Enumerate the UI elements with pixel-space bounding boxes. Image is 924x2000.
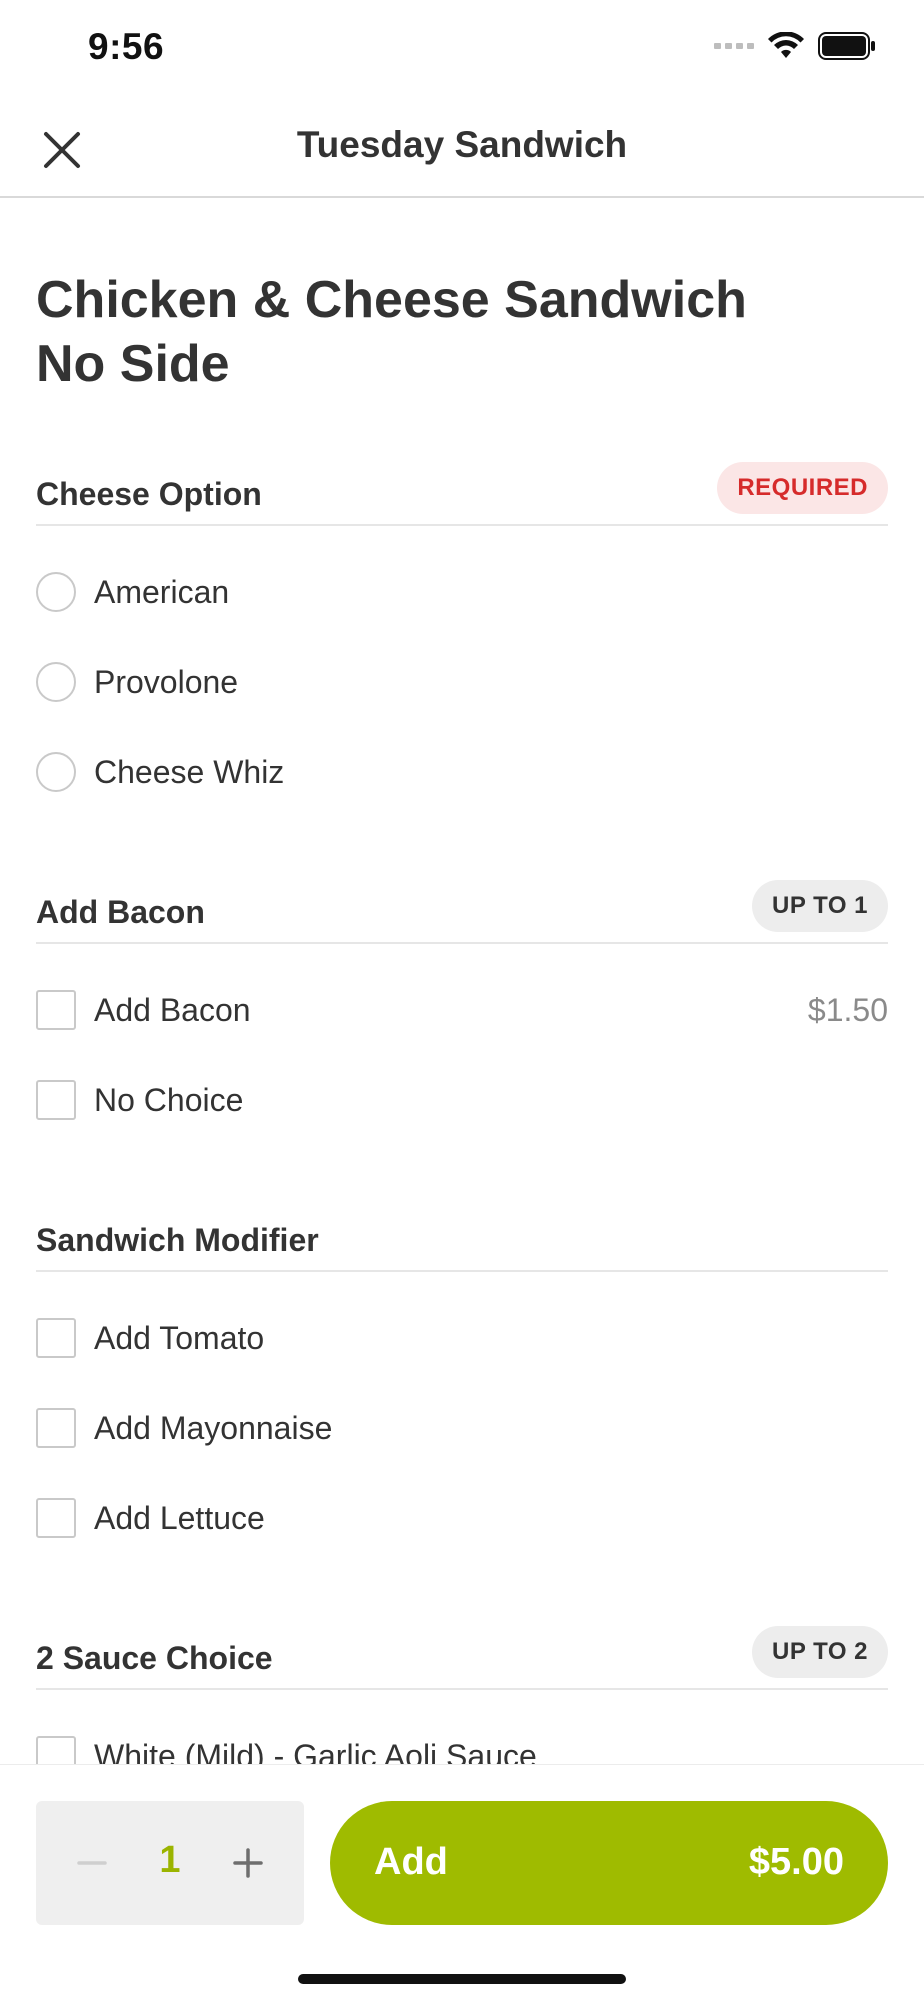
section-header-add-bacon: Add Bacon UP TO 1 xyxy=(36,874,888,944)
item-title-line-2: No Side xyxy=(36,335,230,393)
section-title: 2 Sauce Choice xyxy=(36,1640,273,1676)
item-title-line-1: Chicken & Cheese Sandwich xyxy=(36,271,747,329)
section-title: Cheese Option xyxy=(36,476,262,512)
radio-button[interactable] xyxy=(36,572,76,612)
add-button-price: $5.00 xyxy=(748,1841,844,1883)
required-badge: REQUIRED xyxy=(717,462,888,514)
increment-button[interactable] xyxy=(214,1829,282,1897)
limit-badge: UP TO 1 xyxy=(752,880,888,932)
option-no-choice[interactable]: No Choice xyxy=(36,1070,888,1130)
section-header-cheese-option: Cheese Option REQUIRED xyxy=(36,456,888,526)
checkbox[interactable] xyxy=(36,1080,76,1120)
limit-badge: UP TO 2 xyxy=(752,1626,888,1678)
option-label: Add Bacon xyxy=(94,992,251,1028)
item-title: Chicken & Cheese Sandwich No Side xyxy=(36,268,856,396)
option-label: Provolone xyxy=(94,664,239,700)
minus-icon xyxy=(77,1861,107,1865)
section-title: Sandwich Modifier xyxy=(36,1222,319,1258)
plus-icon xyxy=(233,1848,263,1878)
option-add-lettuce[interactable]: Add Lettuce xyxy=(36,1488,888,1548)
option-label: Cheese Whiz xyxy=(94,754,285,790)
nav-title: Tuesday Sandwich xyxy=(296,124,628,165)
checkbox[interactable] xyxy=(36,990,76,1030)
option-add-tomato[interactable]: Add Tomato xyxy=(36,1308,888,1368)
status-icons xyxy=(714,32,876,60)
nav-bar: Tuesday Sandwich xyxy=(0,100,924,198)
radio-button[interactable] xyxy=(36,662,76,702)
option-label: Add Tomato xyxy=(94,1320,265,1356)
option-label: American xyxy=(94,574,230,610)
option-label: No Choice xyxy=(94,1082,244,1118)
add-button-label: Add xyxy=(374,1841,448,1883)
checkbox[interactable] xyxy=(36,1318,76,1358)
decrement-button[interactable] xyxy=(58,1829,126,1897)
option-add-mayonnaise[interactable]: Add Mayonnaise xyxy=(36,1398,888,1458)
option-provolone[interactable]: Provolone xyxy=(36,652,888,712)
option-add-bacon[interactable]: Add Bacon $1.50 xyxy=(36,980,888,1040)
option-label: Add Lettuce xyxy=(94,1500,265,1536)
radio-button[interactable] xyxy=(36,752,76,792)
option-cheese-whiz[interactable]: Cheese Whiz xyxy=(36,742,888,802)
checkbox[interactable] xyxy=(36,1498,76,1538)
cellular-signal-icon xyxy=(714,43,754,49)
section-header-sauce-choice: 2 Sauce Choice UP TO 2 xyxy=(36,1620,888,1690)
wifi-icon xyxy=(768,32,804,58)
option-label: Add Mayonnaise xyxy=(94,1410,333,1446)
home-indicator xyxy=(298,1974,626,1984)
status-bar: 9:56 xyxy=(0,0,924,100)
quantity-value: 1 xyxy=(159,1839,181,1881)
section-header-sandwich-modifier: Sandwich Modifier xyxy=(36,1202,888,1272)
option-price: $1.50 xyxy=(807,992,888,1028)
bottom-bar: 1 Add $5.00 xyxy=(0,1764,924,2000)
status-time: 9:56 xyxy=(88,26,165,67)
battery-icon xyxy=(818,32,875,60)
add-to-order-button[interactable]: Add $5.00 xyxy=(330,1801,888,1925)
section-title: Add Bacon xyxy=(36,894,205,930)
quantity-stepper: 1 xyxy=(36,1801,304,1925)
checkbox[interactable] xyxy=(36,1408,76,1448)
option-american[interactable]: American xyxy=(36,562,888,622)
